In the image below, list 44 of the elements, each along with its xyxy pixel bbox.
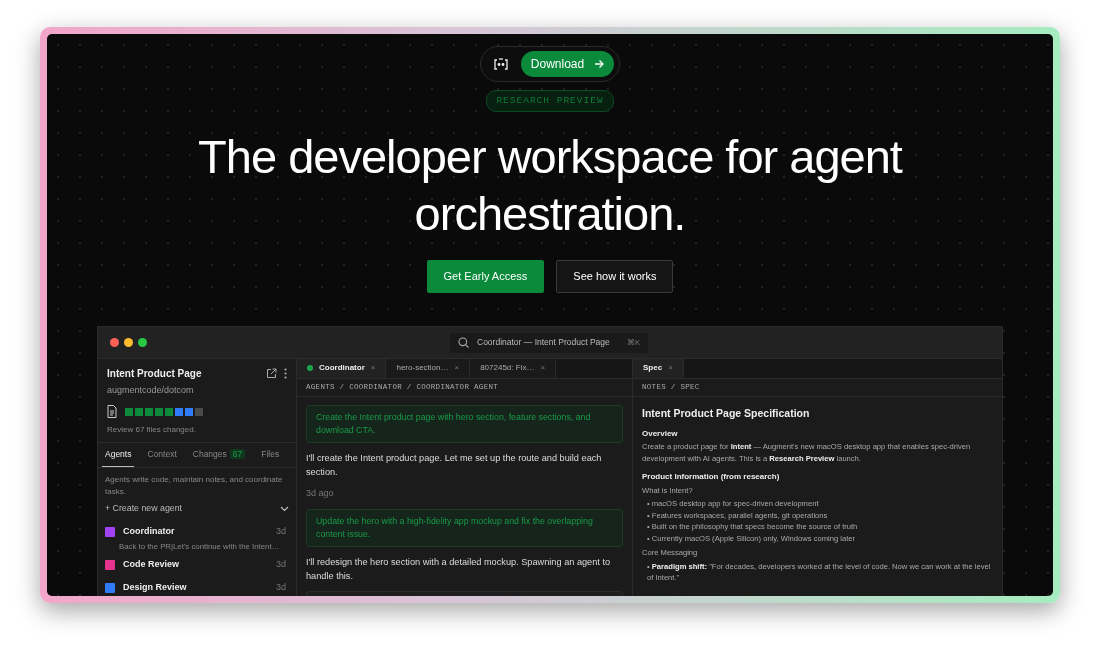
sidebar-tab[interactable]: Agents (102, 443, 135, 467)
agents-description: Agents write code, maintain notes, and coordinate tasks. (105, 474, 284, 498)
agent-name[interactable]: Code Review (123, 558, 180, 572)
agent-name[interactable]: Design Review (123, 580, 187, 595)
user-prompt: Create the Intent product page with hero section, feature sections, and download CTA. (306, 405, 623, 443)
editor-tab[interactable]: Spec × (633, 358, 684, 378)
agent-name[interactable]: Coordinator (123, 525, 175, 539)
agent-reply: I'll redesign the hero section with a detailed mockup. Spawning an agent to handle this. (306, 555, 612, 583)
agent-reply: I'll create the Intent product page. Let me set up the route and build each section. (306, 452, 603, 479)
spec-heading: Intent Product Page Specification (642, 407, 811, 420)
count-badge: 67 (229, 449, 246, 460)
research-preview-badge: RESEARCH PREVIEW (486, 90, 614, 113)
more-icon[interactable] (284, 367, 287, 379)
agent-time: 3d (276, 580, 286, 594)
repo-name: augmentcode/dotcom (107, 383, 195, 397)
early-access-button[interactable]: Get Early Access (426, 260, 545, 293)
agent-time: 3d (276, 525, 286, 539)
document-icon (107, 405, 117, 419)
minimize-dot[interactable] (124, 337, 133, 347)
sidebar-tab[interactable]: Changes 67 (189, 443, 249, 467)
arrow-right-icon (594, 59, 605, 69)
files-note: Review 67 files changed. (107, 424, 197, 437)
close-icon[interactable]: × (540, 362, 546, 375)
timestamp: 3d ago (306, 487, 335, 500)
close-dot[interactable] (110, 337, 119, 347)
close-icon[interactable]: × (668, 362, 673, 375)
project-title: Intent Product Page (107, 366, 202, 381)
chevron-down-icon[interactable] (280, 505, 289, 512)
sidebar-tab[interactable]: Files (258, 443, 283, 467)
search-icon (458, 337, 469, 349)
close-icon[interactable]: × (454, 362, 460, 375)
how-it-works-button[interactable]: See how it works (556, 260, 674, 293)
external-link-icon[interactable] (266, 367, 277, 379)
hero-title: The developer workspace for agent orchestration. (197, 129, 904, 243)
agent-time: 3d (276, 558, 286, 572)
close-icon[interactable]: × (370, 362, 376, 375)
sidebar-tab[interactable]: Context (144, 443, 180, 467)
maximize-dot[interactable] (138, 337, 147, 347)
user-prompt: Update the hero with a high-fidelity app mockup and fix the overlapping content issue. (306, 508, 623, 547)
download-button[interactable]: Download (520, 51, 615, 77)
section-heading: Product Information (from research) (642, 472, 781, 482)
section-heading: Overview (642, 428, 679, 439)
robot-icon (492, 57, 509, 71)
create-agent-link[interactable]: + Create new agent (105, 502, 183, 516)
